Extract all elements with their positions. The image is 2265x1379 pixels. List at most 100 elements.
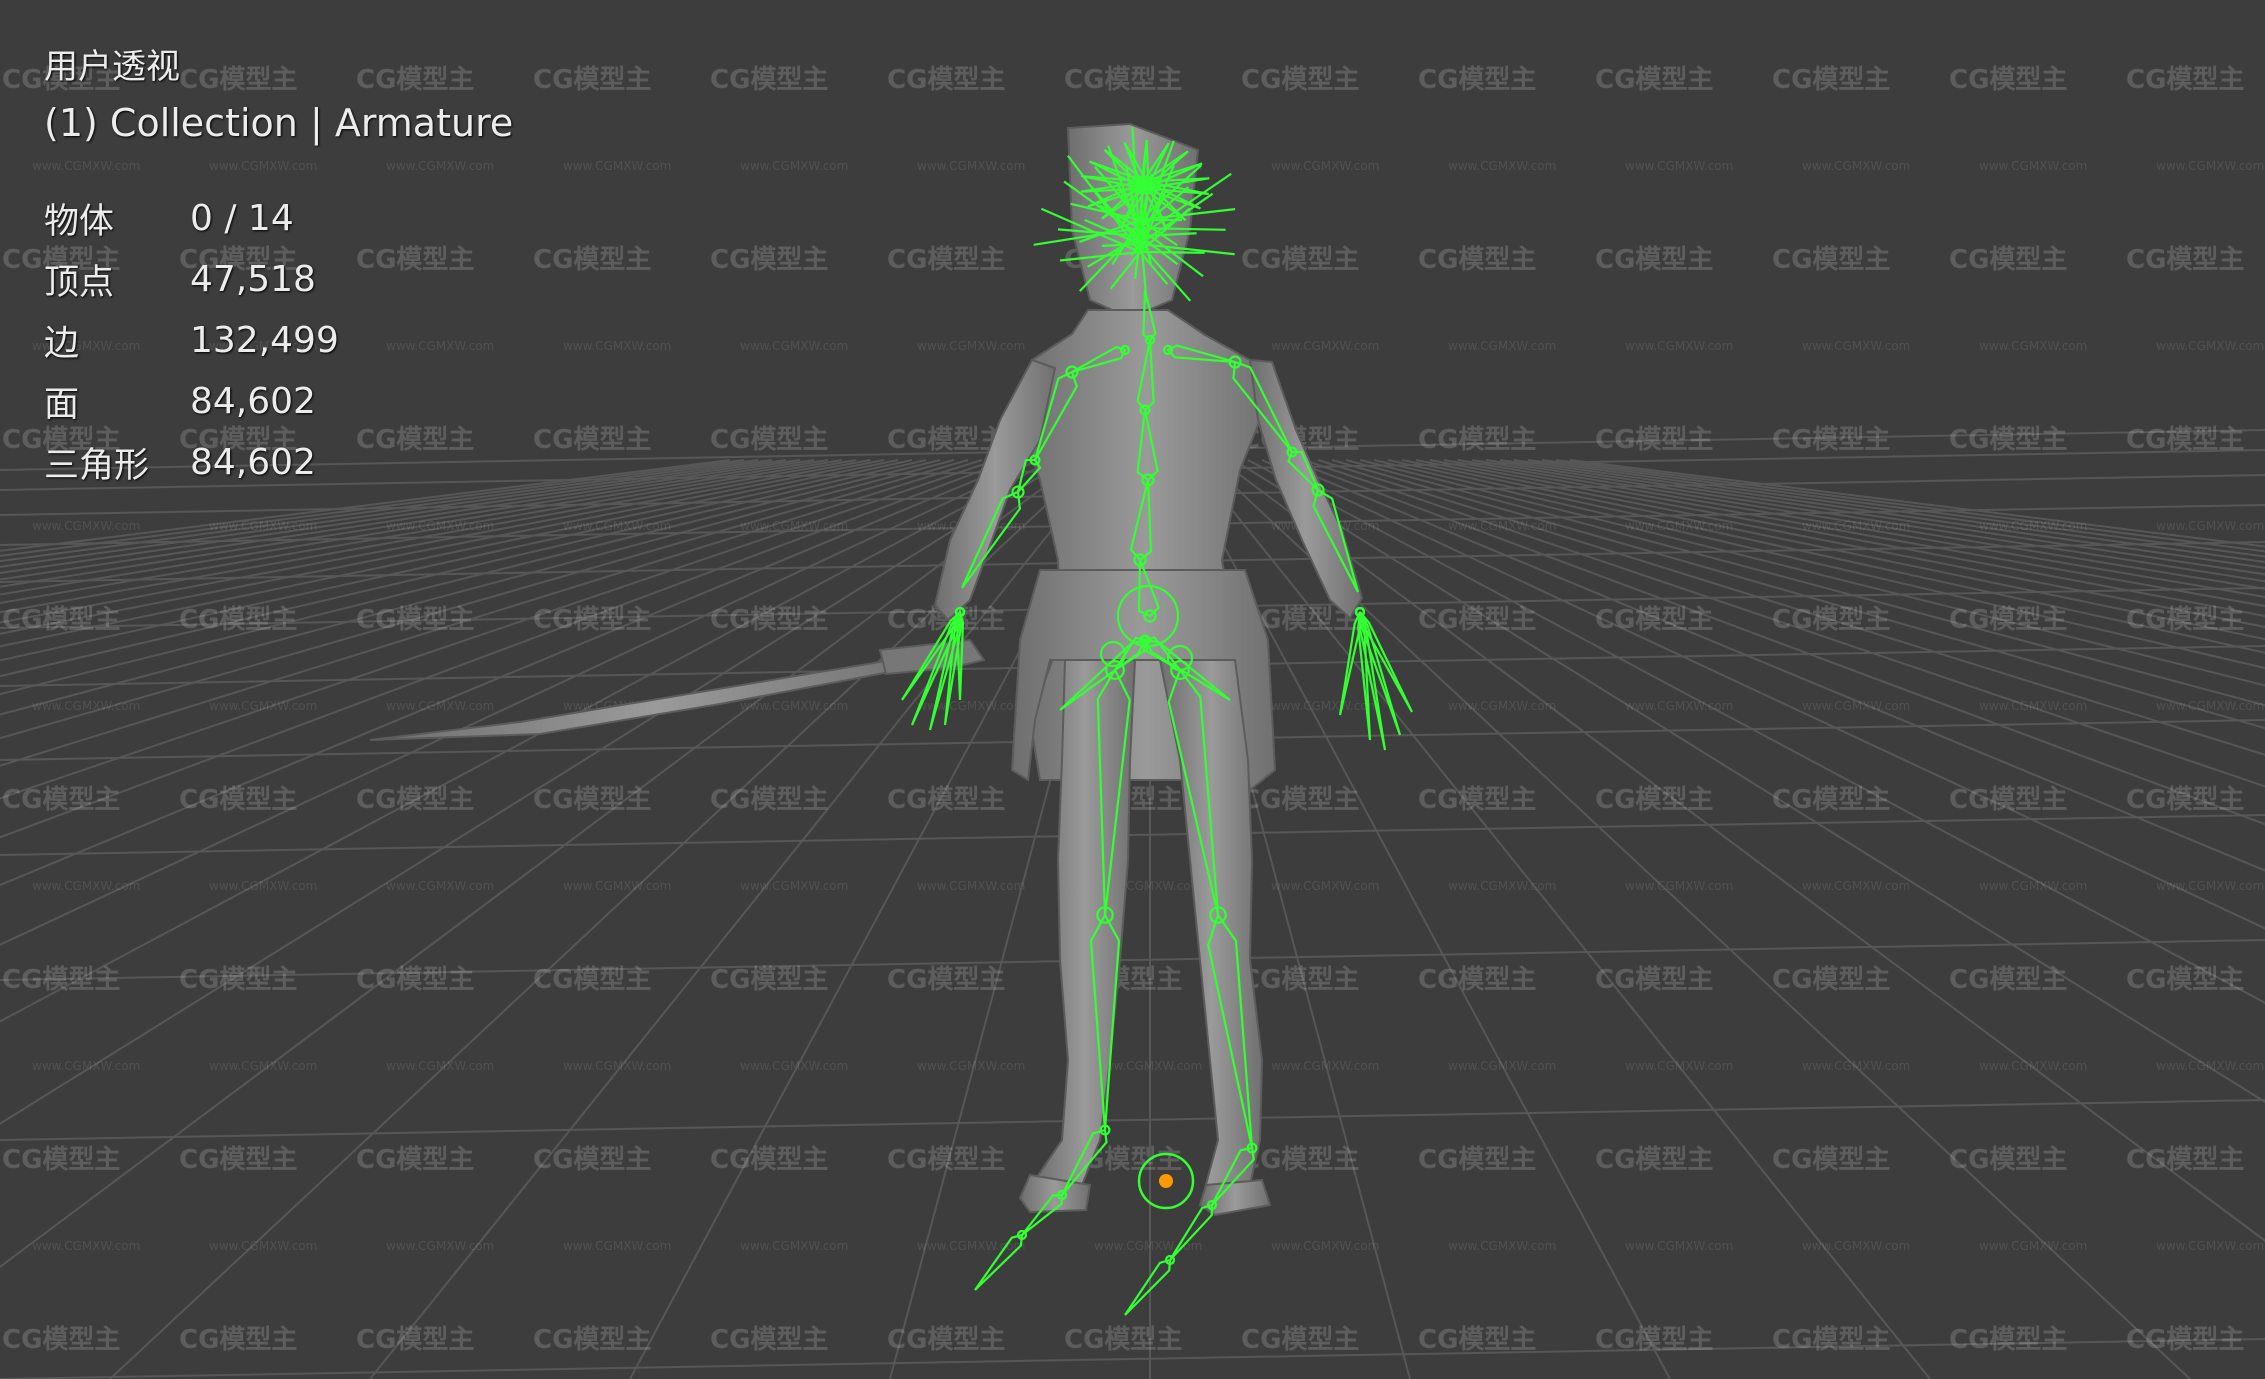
watermark-url: www.CGMXW.com	[1448, 879, 1556, 893]
watermark-logo: CG模型主	[1949, 605, 2067, 635]
watermark-logo: CG模型主	[533, 965, 651, 995]
watermark-logo: CG模型主	[179, 965, 297, 995]
watermark-logo: CG模型主	[1595, 605, 1713, 635]
watermark-url: www.CGMXW.com	[1979, 519, 2087, 533]
stat-label: 顶点	[44, 263, 115, 303]
stat-label: 边	[44, 324, 80, 364]
watermark-url: www.CGMXW.com	[563, 339, 671, 353]
watermark-logo: CG模型主	[533, 1325, 651, 1355]
watermark-logo: CG模型主	[887, 1145, 1005, 1175]
watermark-logo: CG模型主	[356, 785, 474, 815]
watermark-url: www.CGMXW.com	[1625, 1239, 1733, 1253]
watermark-logo: CG模型主	[1064, 65, 1182, 95]
watermark-logo: CG模型主	[1595, 65, 1713, 95]
watermark-logo: CG模型主	[1772, 425, 1890, 455]
watermark-logo: CG模型主	[710, 1325, 828, 1355]
stat-value: 47,518	[190, 259, 316, 300]
grid-line	[0, 459, 1039, 946]
watermark-url: www.CGMXW.com	[209, 699, 317, 713]
watermark-logo: CG模型主	[2126, 65, 2244, 95]
watermark-url: www.CGMXW.com	[386, 1059, 494, 1073]
bone[interactable]	[1124, 1258, 1172, 1316]
watermark-logo: CG模型主	[2126, 245, 2244, 275]
watermark-url: www.CGMXW.com	[209, 519, 317, 533]
watermark-url: www.CGMXW.com	[1802, 1059, 1910, 1073]
watermark-logo: CG模型主	[2126, 1145, 2244, 1175]
watermark-url: www.CGMXW.com	[1979, 699, 2087, 713]
watermark-logo: CG模型主	[179, 1145, 297, 1175]
watermark-url: www.CGMXW.com	[2156, 339, 2264, 353]
watermark-logo: CG模型主	[1772, 1325, 1890, 1355]
watermark-logo: CG模型主	[356, 965, 474, 995]
watermark-url: www.CGMXW.com	[1979, 339, 2087, 353]
grid-line	[0, 814, 2265, 856]
watermark-logo: CG模型主	[1418, 965, 1536, 995]
watermark-logo: CG模型主	[533, 65, 651, 95]
watermark-logo: CG模型主	[1949, 425, 2067, 455]
watermark-logo: CG模型主	[1595, 1145, 1713, 1175]
watermark-url: www.CGMXW.com	[1271, 1239, 1379, 1253]
watermark-url: www.CGMXW.com	[2156, 519, 2264, 533]
watermark-logo: CG模型主	[1949, 245, 2067, 275]
watermark-url: www.CGMXW.com	[386, 699, 494, 713]
watermark-logo: CG模型主	[1418, 1325, 1536, 1355]
watermark-logo: CG模型主	[533, 1145, 651, 1175]
watermark-logo: CG模型主	[887, 425, 1005, 455]
watermark-url: www.CGMXW.com	[1802, 879, 1910, 893]
watermark-url: www.CGMXW.com	[917, 339, 1025, 353]
scene-statistics: 物体 0 / 14 顶点 47,518 边 132,499 面 84,602 三…	[44, 188, 513, 493]
watermark-url: www.CGMXW.com	[1625, 699, 1733, 713]
3d-viewport[interactable]: CG模型主 www.CGMXW.com CG模型主 www.CGMXW.com CG模型…	[0, 0, 2265, 1379]
watermark-logo: CG模型主	[710, 245, 828, 275]
watermark-logo: CG模型主	[887, 1325, 1005, 1355]
watermark-logo: CG模型主	[1418, 425, 1536, 455]
watermark-url: www.CGMXW.com	[1979, 159, 2087, 173]
stat-row-edges: 边 132,499	[44, 310, 513, 371]
watermark-url: www.CGMXW.com	[563, 1239, 671, 1253]
watermark-url: www.CGMXW.com	[1802, 1239, 1910, 1253]
watermark-url: www.CGMXW.com	[209, 1239, 317, 1253]
watermark-logo: CG模型主	[533, 425, 651, 455]
stat-label: 三角形	[44, 446, 150, 486]
watermark-url: www.CGMXW.com	[563, 879, 671, 893]
watermark-url: www.CGMXW.com	[917, 159, 1025, 173]
watermark-logo: CG模型主	[179, 605, 297, 635]
watermark-logo: CG模型主	[1595, 245, 1713, 275]
watermark-logo: CG模型主	[1595, 1325, 1713, 1355]
watermark-url: www.CGMXW.com	[740, 1239, 848, 1253]
watermark-logo: CG模型主	[1241, 965, 1359, 995]
watermark-url: www.CGMXW.com	[917, 1059, 1025, 1073]
watermark-logo: CG模型主	[1949, 785, 2067, 815]
stat-value: 84,602	[190, 442, 316, 483]
watermark-logo: CG模型主	[1064, 1325, 1182, 1355]
watermark-logo: CG模型主	[1949, 1145, 2067, 1175]
watermark-logo: CG模型主	[1595, 425, 1713, 455]
watermark-url: www.CGMXW.com	[563, 159, 671, 173]
watermark-url: www.CGMXW.com	[740, 339, 848, 353]
watermark-logo: CG模型主	[1418, 1145, 1536, 1175]
watermark-url: www.CGMXW.com	[740, 699, 848, 713]
grid-line	[0, 459, 1025, 887]
watermark-logo: CG模型主	[1772, 785, 1890, 815]
watermark-url: www.CGMXW.com	[1448, 519, 1556, 533]
watermark-url: www.CGMXW.com	[32, 1239, 140, 1253]
watermark-url: www.CGMXW.com	[1625, 519, 1733, 533]
watermark-url: www.CGMXW.com	[917, 879, 1025, 893]
watermark-logo: CG模型主	[2, 785, 120, 815]
watermark-url: www.CGMXW.com	[1448, 339, 1556, 353]
watermark-url: www.CGMXW.com	[1625, 879, 1733, 893]
watermark-logo: CG模型主	[887, 785, 1005, 815]
watermark-logo: CG模型主	[2, 605, 120, 635]
watermark-url: www.CGMXW.com	[386, 879, 494, 893]
stat-row-faces: 面 84,602	[44, 371, 513, 432]
watermark-url: www.CGMXW.com	[1271, 699, 1379, 713]
watermark-url: www.CGMXW.com	[563, 1059, 671, 1073]
watermark-url: www.CGMXW.com	[1802, 159, 1910, 173]
watermark-logo: CG模型主	[710, 965, 828, 995]
watermark-logo: CG模型主	[710, 605, 828, 635]
watermark-logo: CG模型主	[887, 65, 1005, 95]
watermark-url: www.CGMXW.com	[32, 519, 140, 533]
watermark-logo: CG模型主	[2126, 785, 2244, 815]
watermark-logo: CG模型主	[2, 965, 120, 995]
watermark-url: www.CGMXW.com	[2156, 1059, 2264, 1073]
